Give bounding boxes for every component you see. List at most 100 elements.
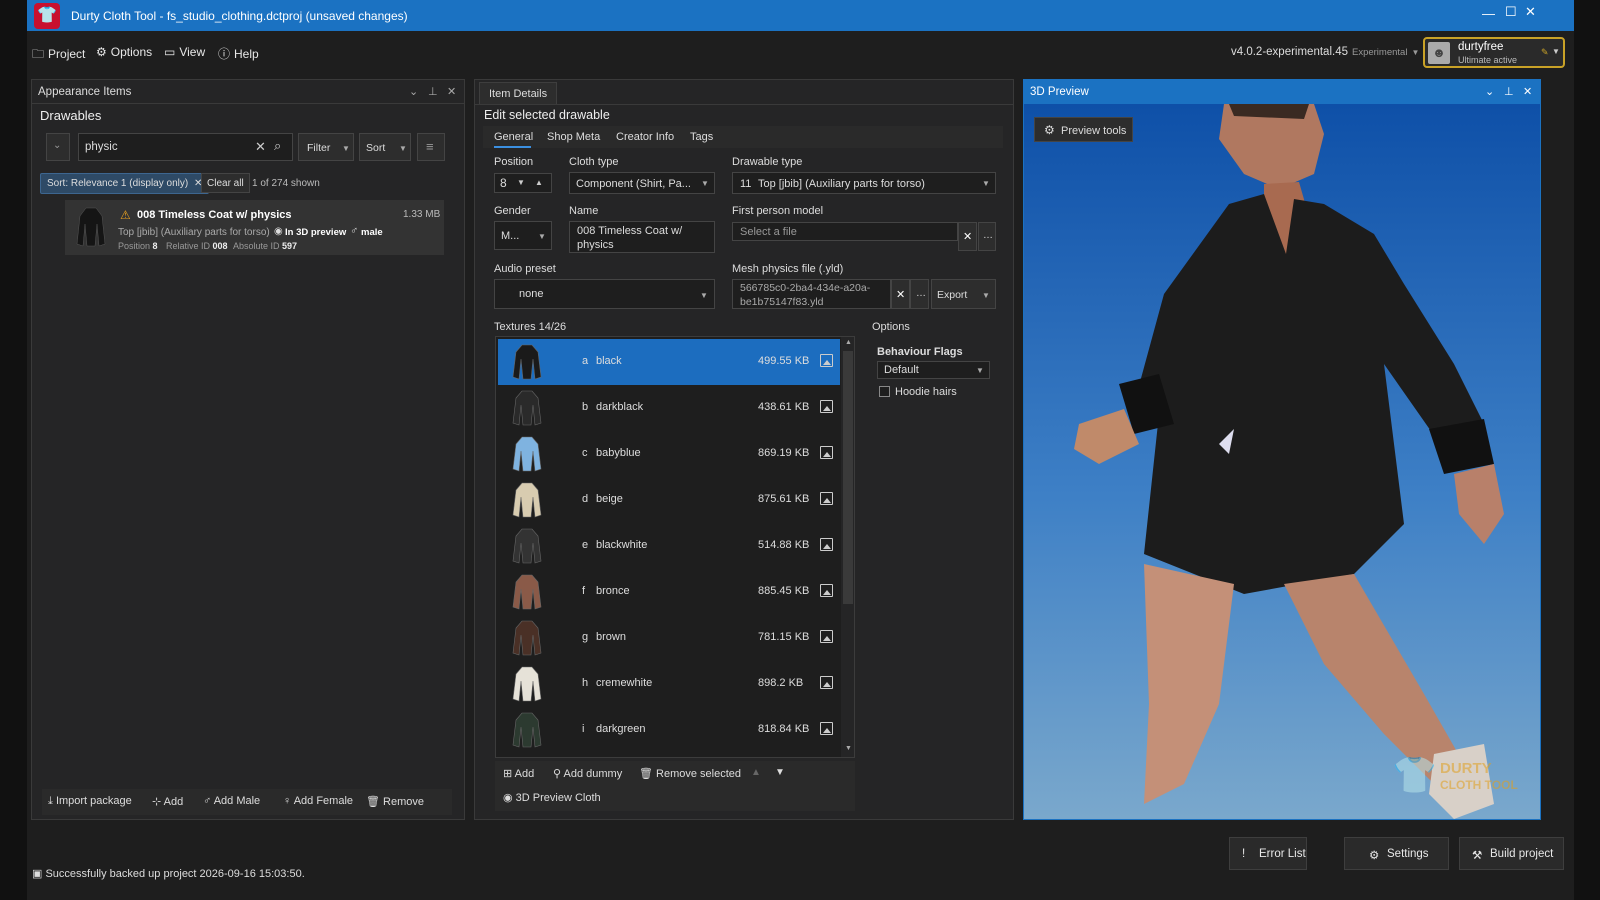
add-female-label: Add Female xyxy=(293,795,354,807)
close-icon[interactable]: ✕ xyxy=(447,85,456,98)
browse-mesh-button[interactable]: … xyxy=(910,279,929,309)
minimize-icon[interactable]: — xyxy=(1482,6,1495,21)
remove-button[interactable]: 🗑 Remove xyxy=(366,795,424,808)
texture-row[interactable]: g brown 781.15 KB xyxy=(498,615,840,661)
scroll-down-icon[interactable]: ▼ xyxy=(845,745,852,752)
menu-bar: 🗀 Project ⚙ Options ▭ View ⓘ Help v4.0.2-exp… xyxy=(27,31,1574,75)
preview-cloth-button[interactable]: ◉ 3D Preview Cloth xyxy=(503,791,601,804)
caret-down-icon: ▼ xyxy=(399,144,407,153)
texture-row[interactable]: d beige 875.61 KB xyxy=(498,477,840,523)
texture-size: 898.2 KB xyxy=(758,677,804,689)
position-stepper[interactable]: 8 ▼ ▲ xyxy=(494,173,552,193)
tab-shop-meta[interactable]: Shop Meta xyxy=(547,131,600,143)
scrollbar[interactable]: ▲ ▼ xyxy=(841,337,854,757)
image-icon[interactable] xyxy=(820,630,833,643)
chevron-down-icon[interactable]: ⌄ xyxy=(1485,85,1494,98)
position-value: 8 xyxy=(500,176,507,190)
tab-tags[interactable]: Tags xyxy=(690,131,713,143)
chevron-down-icon[interactable]: ⌄ xyxy=(409,85,418,98)
build-project-button[interactable]: ⚒ Build project xyxy=(1459,837,1564,870)
item-absolute-id: Absolute ID 597 xyxy=(233,241,297,251)
texture-row[interactable]: i darkgreen 818.84 KB xyxy=(498,707,840,753)
settings-button[interactable]: ⚙ Settings xyxy=(1344,837,1449,870)
first-person-input[interactable]: Select a file xyxy=(732,222,958,241)
app-logo-icon: 👕 xyxy=(34,3,60,29)
texture-row[interactable]: f bronce 885.45 KB xyxy=(498,569,840,615)
image-icon[interactable] xyxy=(820,400,833,413)
expand-toggle[interactable]: ⌄ xyxy=(46,133,70,161)
search-icon[interactable]: ⌕ xyxy=(274,138,281,154)
image-icon[interactable] xyxy=(820,492,833,505)
image-icon[interactable] xyxy=(820,676,833,689)
preview-viewport[interactable]: ⚙ Preview tools 👕 DURTY CLOTH TOOL xyxy=(1024,104,1540,819)
filter-dropdown[interactable]: Filter ▼ xyxy=(298,133,354,161)
tab-creator-info[interactable]: Creator Info xyxy=(616,131,674,143)
move-up-icon[interactable]: ▲ xyxy=(751,767,761,778)
pin-icon[interactable]: ⊥ xyxy=(1504,85,1514,98)
panel-title: Appearance Items xyxy=(38,86,132,98)
preview-tools-button[interactable]: ⚙ Preview tools xyxy=(1034,117,1133,142)
clear-all-button[interactable]: Clear all xyxy=(201,173,250,193)
hoodie-hairs-checkbox[interactable] xyxy=(879,386,890,397)
scrollbar-thumb[interactable] xyxy=(843,351,853,604)
menu-help-label: Help xyxy=(234,47,259,61)
clear-file-button[interactable]: ✕ xyxy=(958,222,977,251)
image-icon[interactable] xyxy=(820,722,833,735)
menu-help[interactable]: ⓘ Help xyxy=(218,45,259,62)
scroll-up-icon[interactable]: ▲ xyxy=(845,339,852,346)
texture-row[interactable]: h cremewhite 898.2 KB xyxy=(498,661,840,707)
add-texture-button[interactable]: ⊞ Add xyxy=(503,767,534,780)
tab-item-details[interactable]: Item Details xyxy=(479,82,557,104)
texture-row[interactable]: b darkblack 438.61 KB xyxy=(498,385,840,431)
user-account[interactable]: ☻ durtyfree Ultimate active ✎ ▼ xyxy=(1423,37,1565,68)
image-icon[interactable] xyxy=(820,538,833,551)
mesh-physics-label: Mesh physics file (.yld) xyxy=(732,263,844,275)
error-list-button[interactable]: ! Error List xyxy=(1229,837,1307,870)
close-icon[interactable]: ✕ xyxy=(1525,4,1536,20)
export-dropdown[interactable]: Export ▼ xyxy=(931,279,996,309)
search-input[interactable]: physic ✕ ⌕ xyxy=(78,133,293,161)
move-down-icon[interactable]: ▼ xyxy=(775,767,785,778)
pin-icon[interactable]: ⊥ xyxy=(428,85,438,98)
import-package-button[interactable]: ⤓ Import package xyxy=(48,795,132,808)
sort-dropdown[interactable]: Sort ▼ xyxy=(359,133,411,161)
tab-general[interactable]: General xyxy=(494,131,533,143)
menu-view[interactable]: ▭ View xyxy=(164,45,205,59)
image-icon[interactable] xyxy=(820,584,833,597)
browse-button[interactable]: … xyxy=(978,222,996,251)
hoodie-hairs-label[interactable]: Hoodie hairs xyxy=(895,386,957,398)
add-male-label: Add Male xyxy=(213,795,261,807)
texture-row[interactable]: e blackwhite 514.88 KB xyxy=(498,523,840,569)
audio-preset-select[interactable]: none ▼ xyxy=(494,279,715,309)
mesh-physics-input[interactable]: 566785c0-2ba4-434e-a20a-be1b75147f83.yld xyxy=(732,279,891,309)
textures-list[interactable]: a black 499.55 KB b darkblack 438.61 KB c babyb… xyxy=(495,336,855,758)
maximize-icon[interactable]: ☐ xyxy=(1505,4,1517,20)
add-male-button[interactable]: ♂ Add Male xyxy=(203,795,260,807)
texture-row[interactable]: a black 499.55 KB xyxy=(498,339,840,385)
decrement-icon[interactable]: ▼ xyxy=(517,178,525,187)
add-dummy-button[interactable]: ⚲ Add dummy xyxy=(553,767,622,780)
menu-options[interactable]: ⚙ Options xyxy=(96,45,152,59)
version-selector[interactable]: v4.0.2-experimental.45 Experimental ▼ xyxy=(1231,46,1419,58)
list-view-button[interactable]: ≡ xyxy=(417,133,445,161)
sort-chip[interactable]: Sort: Relevance 1 (display only) ✕ xyxy=(40,173,210,194)
add-button[interactable]: ⊹ Add xyxy=(152,795,183,808)
gender-select[interactable]: M... ▼ xyxy=(494,221,552,250)
name-field[interactable]: 008 Timeless Coat w/physics xyxy=(569,221,715,253)
list-item[interactable]: ⚠ 008 Timeless Coat w/ physics 1.33 MB T… xyxy=(65,200,444,255)
menu-project[interactable]: 🗀 Project xyxy=(32,45,85,66)
clear-mesh-button[interactable]: ✕ xyxy=(891,279,910,309)
warning-icon: ⚠ xyxy=(120,208,131,222)
increment-icon[interactable]: ▲ xyxy=(535,178,543,187)
mesh-physics-value-line2: be1b75147f83.yld xyxy=(740,296,824,308)
cloth-type-select[interactable]: Component (Shirt, Pa... ▼ xyxy=(569,172,715,194)
image-icon[interactable] xyxy=(820,446,833,459)
drawable-type-select[interactable]: 11 Top [jbib] (Auxiliary parts for torso)… xyxy=(732,172,996,194)
close-icon[interactable]: ✕ xyxy=(1523,85,1532,98)
texture-row[interactable]: c babyblue 869.19 KB xyxy=(498,431,840,477)
clear-icon[interactable]: ✕ xyxy=(255,139,266,155)
add-female-button[interactable]: ♀ Add Female xyxy=(283,795,353,807)
behaviour-flags-select[interactable]: Default ▼ xyxy=(877,361,990,379)
image-icon[interactable] xyxy=(820,354,833,367)
remove-selected-button[interactable]: 🗑 Remove selected xyxy=(639,767,741,780)
